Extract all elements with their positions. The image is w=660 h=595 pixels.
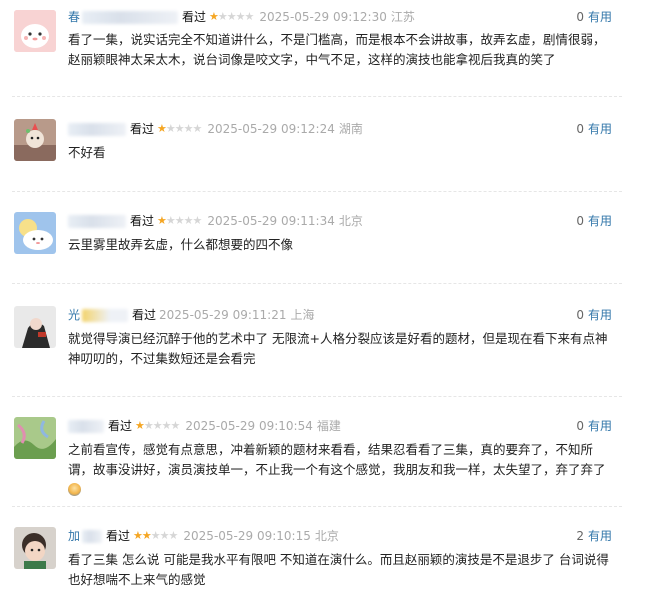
rating-stars: ★ ★ ★ ★ ★ — [157, 213, 203, 229]
location-label: 上海 — [290, 308, 315, 322]
star-filled-icon: ★ — [209, 10, 219, 23]
username-blurred — [68, 419, 104, 433]
rating-stars: ★ ★ ★ ★ ★ — [135, 418, 181, 434]
avatar[interactable] — [14, 10, 56, 52]
username-blurred — [82, 529, 103, 543]
comment-time: 2025-05-29 09:10:15 — [183, 529, 311, 543]
comment-time: 2025-05-29 09:11:21 — [159, 308, 287, 322]
star-filled-icon: ★ — [157, 122, 167, 135]
review-content: 云里雾里故弄玄虚，什么都想要的四不像 — [68, 237, 294, 252]
star-empty-icon: ★ — [143, 419, 154, 432]
review-text: 之前看宣传，感觉有点意思，冲着新颖的题材来看看，结果忍看看了三集，真的要弃了，不… — [68, 442, 606, 477]
location-label: 湖南 — [338, 122, 363, 136]
star-empty-icon: ★ — [192, 122, 203, 135]
star-empty-icon: ★ — [244, 10, 255, 23]
review-content: 就觉得导演已经沉醉于他的艺术中了 无限流+人格分裂应该是好看的题材，但是现在看下… — [68, 331, 608, 366]
comment-time: 2025-05-29 09:10:54 — [185, 419, 313, 433]
comment-time: 2025-05-29 09:11:34 — [207, 214, 335, 228]
divider — [12, 283, 622, 284]
useful-button[interactable]: 有用 — [588, 214, 612, 228]
star-empty-icon: ★ — [150, 529, 161, 542]
star-empty-icon: ★ — [152, 419, 163, 432]
divider — [12, 96, 622, 97]
avatar[interactable] — [14, 527, 56, 569]
star-empty-icon: ★ — [174, 122, 185, 135]
watched-label: 看过 — [130, 122, 155, 136]
divider — [12, 396, 622, 397]
star-empty-icon: ★ — [192, 214, 203, 227]
useful-count: 0 — [576, 419, 584, 433]
useful-button[interactable]: 有用 — [588, 529, 612, 543]
review-content: 看了三集 怎么说 可能是我水平有限吧 不知道在演什么。而且赵丽颖的演技是不是退步… — [68, 552, 609, 587]
location-label: 北京 — [338, 214, 363, 228]
star-filled-icon: ★ — [135, 419, 145, 432]
review-content: 之前看宣传，感觉有点意思，冲着新颖的题材来看看，结果忍看看了三集，真的要弃了，不… — [68, 440, 616, 500]
avatar[interactable] — [14, 119, 56, 161]
star-empty-icon: ★ — [174, 214, 185, 227]
avatar[interactable] — [14, 417, 56, 459]
watched-label: 看过 — [132, 308, 157, 322]
watched-label: 看过 — [108, 419, 133, 433]
avatar[interactable] — [14, 212, 56, 254]
comment-time: 2025-05-29 09:12:30 — [259, 10, 387, 24]
star-empty-icon: ★ — [183, 214, 194, 227]
divider — [12, 191, 622, 192]
star-empty-icon: ★ — [217, 10, 228, 23]
useful-button[interactable]: 有用 — [588, 10, 612, 24]
watched-label: 看过 — [106, 529, 131, 543]
scream-emoji-icon — [68, 483, 81, 496]
star-empty-icon: ★ — [159, 529, 170, 542]
useful-count: 0 — [576, 214, 584, 228]
useful-count: 0 — [576, 308, 584, 322]
star-filled-icon: ★ — [157, 214, 167, 227]
location-label: 江苏 — [390, 10, 415, 24]
username-label[interactable]: 加 — [68, 528, 80, 544]
star-empty-icon: ★ — [235, 10, 246, 23]
star-empty-icon: ★ — [226, 10, 237, 23]
useful-count: 0 — [576, 10, 584, 24]
username-blurred — [82, 10, 179, 24]
star-filled-icon: ★ — [141, 529, 152, 542]
useful-button[interactable]: 有用 — [588, 419, 612, 433]
watched-label: 看过 — [130, 214, 155, 228]
username-blurred — [82, 308, 129, 322]
username-blurred — [68, 122, 126, 136]
watched-label: 看过 — [182, 10, 207, 24]
review-content: 看了一集，说实话完全不知道讲什么，不是门槛高，而是根本不会讲故事，故弄玄虚，剧情… — [68, 32, 606, 67]
star-empty-icon: ★ — [170, 419, 181, 432]
star-empty-icon: ★ — [165, 214, 176, 227]
star-empty-icon: ★ — [168, 529, 179, 542]
rating-stars: ★ ★ ★ ★ ★ — [209, 9, 255, 25]
comment-time: 2025-05-29 09:12:24 — [207, 122, 335, 136]
username-label[interactable]: 春 — [68, 9, 80, 25]
useful-button[interactable]: 有用 — [588, 122, 612, 136]
star-empty-icon: ★ — [161, 419, 172, 432]
useful-button[interactable]: 有用 — [588, 308, 612, 322]
useful-count: 0 — [576, 122, 584, 136]
useful-count: 2 — [576, 529, 584, 543]
star-filled-icon: ★ — [133, 529, 143, 542]
star-empty-icon: ★ — [165, 122, 176, 135]
avatar[interactable] — [14, 306, 56, 348]
review-content: 不好看 — [68, 145, 106, 160]
location-label: 北京 — [314, 529, 339, 543]
rating-stars: ★ ★ ★ ★ ★ — [157, 121, 203, 137]
divider — [12, 506, 622, 507]
location-label: 福建 — [316, 419, 341, 433]
username-blurred — [68, 214, 126, 228]
username-label[interactable]: 光 — [68, 307, 80, 323]
star-empty-icon: ★ — [183, 122, 194, 135]
rating-stars: ★ ★ ★ ★ ★ — [133, 528, 179, 544]
